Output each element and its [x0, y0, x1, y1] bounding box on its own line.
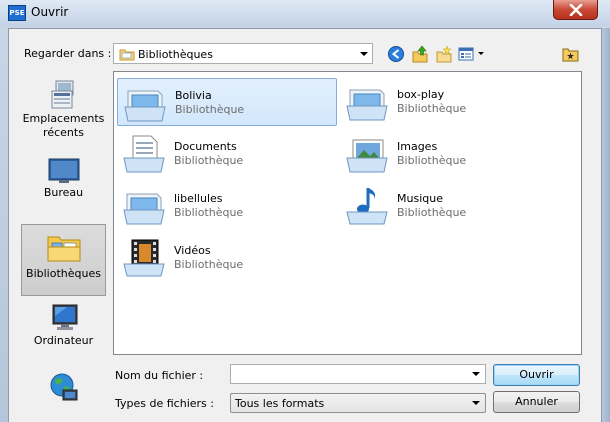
- open-dialog-window: PSE Ouvrir Regarder dans : Bibliothèques: [0, 0, 610, 422]
- lookin-label: Regarder dans :: [24, 47, 112, 60]
- file-name: Documents: [174, 140, 237, 153]
- file-name: Musique: [397, 192, 443, 205]
- place-label-desktop: Bureau: [43, 186, 84, 199]
- file-type: Bibliothèque: [174, 154, 244, 167]
- file-type: Bibliothèque: [397, 102, 467, 115]
- title-bar[interactable]: PSE Ouvrir: [0, 0, 610, 26]
- favorite-folder-icon[interactable]: [561, 44, 581, 64]
- music-library-icon: [346, 188, 388, 225]
- place-label-libraries: Bibliothèques: [26, 267, 101, 280]
- file-type: Bibliothèque: [174, 206, 244, 219]
- file-list[interactable]: Bolivia Bibliothèque box-play Bibliothèq…: [113, 71, 582, 355]
- file-item-bolivia[interactable]: Bolivia Bibliothèque: [117, 78, 337, 126]
- file-type: Bibliothèque: [397, 206, 467, 219]
- file-item-documents[interactable]: Documents Bibliothèque: [117, 130, 337, 178]
- library-folder-icon: [124, 90, 166, 122]
- filename-label: Nom du fichier :: [115, 369, 204, 382]
- pictures-library-icon: [346, 139, 388, 173]
- recent-places-icon: [51, 80, 73, 109]
- window-title: Ouvrir: [31, 5, 69, 19]
- file-name: Bolivia: [175, 89, 212, 102]
- file-name: Vidéos: [174, 244, 211, 257]
- libraries-folder-icon: [119, 49, 135, 61]
- network-icon: [50, 373, 77, 401]
- up-folder-icon[interactable]: [410, 44, 430, 64]
- libraries-icon: [47, 236, 80, 262]
- place-label-computer: Ordinateur: [33, 334, 94, 347]
- filename-combobox[interactable]: [230, 364, 486, 384]
- file-item-box-play[interactable]: box-play Bibliothèque: [340, 78, 560, 126]
- file-type: Bibliothèque: [175, 103, 245, 116]
- cancel-button[interactable]: Annuler: [493, 391, 580, 413]
- filetype-value: Tous les formats: [235, 397, 325, 410]
- chevron-down-icon: [360, 52, 368, 56]
- file-item-images[interactable]: Images Bibliothèque: [340, 130, 560, 178]
- file-type: Bibliothèque: [397, 154, 467, 167]
- app-icon: PSE: [8, 5, 26, 21]
- desktop-icon: [48, 158, 79, 183]
- place-recent[interactable]: Emplacements récents: [21, 78, 106, 150]
- place-libraries[interactable]: Bibliothèques: [21, 224, 106, 296]
- chevron-down-icon: [472, 401, 480, 405]
- new-folder-icon[interactable]: [434, 44, 454, 64]
- file-type: Bibliothèque: [174, 258, 244, 271]
- places-bar: Emplacements récents Bureau Bibliothèque…: [16, 72, 111, 422]
- library-folder-icon: [123, 193, 165, 225]
- lookin-value: Bibliothèques: [138, 48, 213, 61]
- file-item-musique[interactable]: Musique Bibliothèque: [340, 182, 560, 230]
- back-icon[interactable]: [386, 44, 406, 64]
- view-menu-icon[interactable]: [457, 44, 477, 64]
- close-icon: [569, 4, 583, 16]
- open-button[interactable]: Ouvrir: [493, 364, 580, 386]
- lookin-dropdown[interactable]: Bibliothèques: [113, 43, 373, 64]
- library-folder-icon: [346, 89, 388, 121]
- place-computer[interactable]: Ordinateur: [21, 302, 106, 352]
- close-button[interactable]: [553, 0, 598, 20]
- file-name: box-play: [397, 88, 445, 101]
- chevron-down-icon[interactable]: [472, 372, 480, 376]
- view-menu-chevron-icon[interactable]: [478, 52, 484, 55]
- filetype-dropdown[interactable]: Tous les formats: [230, 393, 486, 413]
- videos-library-icon: [123, 239, 165, 277]
- place-network[interactable]: [21, 370, 106, 412]
- file-item-videos[interactable]: Vidéos Bibliothèque: [117, 234, 337, 282]
- computer-icon: [52, 304, 77, 330]
- file-item-libellules[interactable]: libellules Bibliothèque: [117, 182, 337, 230]
- filetype-label: Types de fichiers :: [115, 397, 214, 410]
- file-name: libellules: [174, 192, 223, 205]
- place-desktop[interactable]: Bureau: [21, 156, 106, 202]
- documents-library-icon: [123, 135, 165, 173]
- window-right-edge: [602, 28, 610, 422]
- place-label-recent: Emplacements récents: [22, 112, 105, 139]
- file-name: Images: [397, 140, 438, 153]
